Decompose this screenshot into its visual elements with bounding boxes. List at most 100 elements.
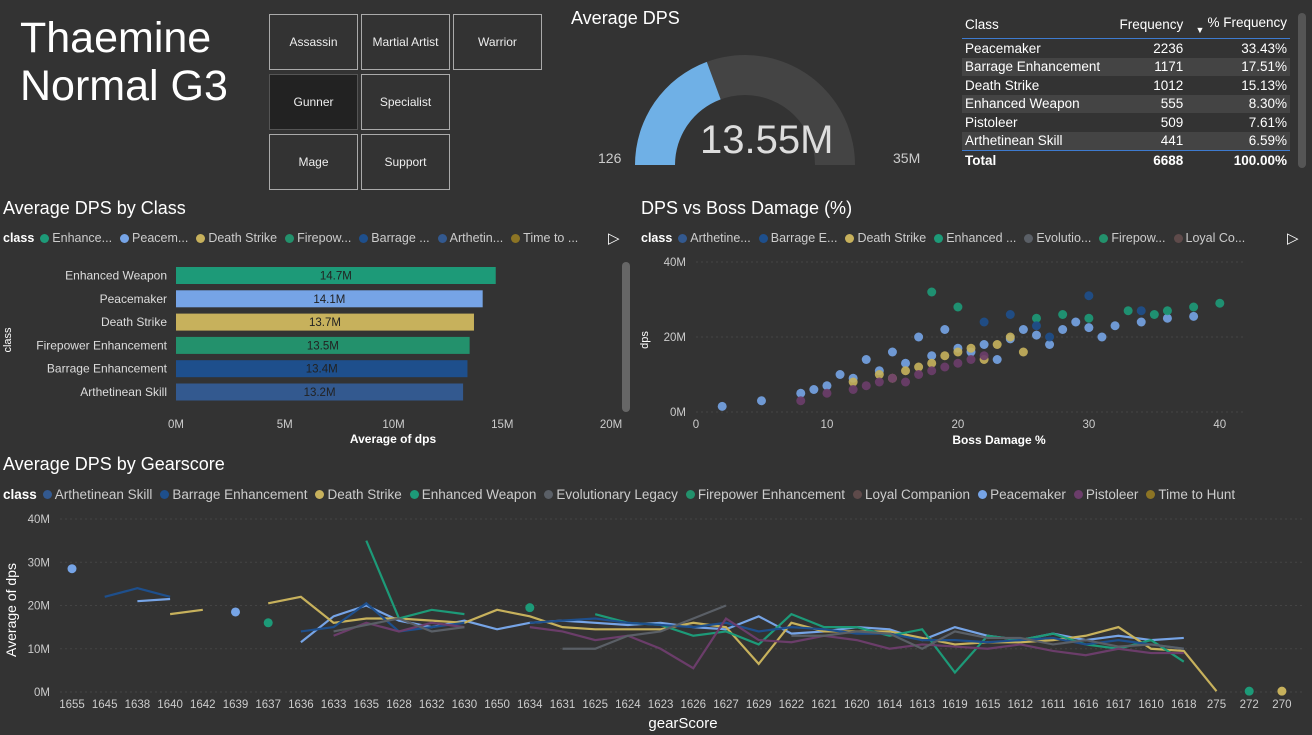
legend-text: Enhance... xyxy=(52,231,113,245)
category-label: Arthetinean Skill xyxy=(80,385,167,399)
col-header-pct-label: % Frequency xyxy=(1207,14,1287,30)
legend-dot xyxy=(1024,233,1034,243)
gauge-max: 35M xyxy=(893,150,921,166)
legend-item[interactable]: Pistoleer xyxy=(1073,487,1139,502)
scatter-point xyxy=(822,388,832,398)
legend-item[interactable]: Arthetinean Skill xyxy=(42,487,152,502)
scatter-point xyxy=(914,370,924,379)
legend-text: Pistoleer xyxy=(1085,487,1139,502)
x-tick-label: 15M xyxy=(491,419,513,431)
legend-item[interactable]: Firepow... xyxy=(1099,231,1166,245)
legend-text: Firepow... xyxy=(1111,231,1166,245)
cell-class: Peacemaker xyxy=(965,40,1041,56)
legend-item[interactable]: Time to Hunt xyxy=(1146,487,1235,502)
col-header-pct-frequency[interactable]: ▼% Frequency xyxy=(1186,11,1290,39)
scatter-point xyxy=(1162,306,1172,316)
y-axis-label: Average of dps xyxy=(3,563,19,657)
table-header: Class Frequency ▼% Frequency xyxy=(962,11,1290,39)
legend-item[interactable]: Firepower Enhancement xyxy=(685,487,845,502)
x-tick-label: 0 xyxy=(693,419,699,431)
legend-dot xyxy=(1099,233,1109,243)
x-tick-label: 1638 xyxy=(125,699,151,711)
scatter-point xyxy=(940,351,950,361)
legend-item[interactable]: Evolutio... xyxy=(1024,231,1091,245)
slicer-tile-specialist[interactable]: Specialist xyxy=(361,74,450,130)
scatter-point xyxy=(1215,298,1225,308)
legend-item[interactable]: Barrage ... xyxy=(359,231,430,245)
legend-dot xyxy=(285,233,295,243)
y-axis-label: class xyxy=(2,327,14,353)
legend-item[interactable]: Evolutionary Legacy xyxy=(544,487,678,502)
legend-item[interactable]: Firepow... xyxy=(285,231,351,245)
legend-item[interactable]: Enhanced ... xyxy=(934,231,1016,245)
legend-item[interactable]: Loyal Companion xyxy=(853,487,970,502)
legend-item[interactable]: Time to ... xyxy=(511,231,578,245)
col-header-class[interactable]: Class xyxy=(962,11,1113,39)
slicer-tile-warrior[interactable]: Warrior xyxy=(453,14,542,70)
x-axis-label: gearScore xyxy=(648,715,717,732)
table-scrollbar[interactable] xyxy=(1298,13,1306,168)
legend-item[interactable]: Death Strike xyxy=(315,487,402,502)
scatter-point xyxy=(1110,321,1120,331)
category-label: Death Strike xyxy=(101,315,167,329)
legend-dot xyxy=(685,490,695,499)
title-line-2: Normal G3 xyxy=(20,62,228,110)
series-point xyxy=(263,618,273,628)
table-row: Barrage Enhancement 1171 17.51% xyxy=(962,57,1290,76)
scatter-point xyxy=(1045,332,1055,342)
legend-item[interactable]: Death Strike xyxy=(196,231,277,245)
cell-pct: 6.59% xyxy=(1186,131,1290,151)
series-point xyxy=(67,564,77,574)
chart1-legend-label: class xyxy=(3,231,35,245)
category-label: Firepower Enhancement xyxy=(36,338,167,352)
legend-dot xyxy=(40,233,50,243)
col-header-frequency[interactable]: Frequency xyxy=(1112,11,1187,39)
slicer-tile-support[interactable]: Support xyxy=(361,134,450,190)
cell-pct: 8.30% xyxy=(1186,94,1290,113)
chart1-scrollbar[interactable] xyxy=(622,262,630,412)
legend-item[interactable]: Arthetin... xyxy=(437,231,503,245)
scatter-point xyxy=(756,396,766,406)
slicer-tile-gunner[interactable]: Gunner xyxy=(269,74,358,130)
legend-item[interactable]: Peacemaker xyxy=(978,487,1066,502)
slicer-tile-mage[interactable]: Mage xyxy=(269,134,358,190)
scatter-point xyxy=(796,396,806,406)
x-tick-label: 1619 xyxy=(942,699,968,711)
legend-item[interactable]: Enhance... xyxy=(40,231,112,245)
x-tick-label: 1627 xyxy=(713,699,739,711)
x-tick-label: 1616 xyxy=(1073,699,1099,711)
scatter-point xyxy=(848,385,858,394)
x-tick-label: 20 xyxy=(952,419,965,431)
legend-item[interactable]: Arthetine... xyxy=(678,231,751,245)
scatter-point xyxy=(940,362,950,372)
slicer-tile-martial-artist[interactable]: Martial Artist xyxy=(361,14,450,70)
scatter-point xyxy=(940,325,950,334)
slicer-tile-assassin[interactable]: Assassin xyxy=(269,14,358,70)
legend-item[interactable]: Loyal Co... xyxy=(1173,231,1245,245)
legend-item[interactable]: Barrage E... xyxy=(758,231,837,245)
x-tick-label: 1613 xyxy=(909,699,935,711)
legend-next-icon[interactable]: ▷ xyxy=(608,229,620,247)
scatter-point xyxy=(1058,325,1068,334)
legend-item[interactable]: Enhanced Weapon xyxy=(409,487,536,502)
x-tick-label: 1637 xyxy=(255,699,281,711)
legend-item[interactable]: Death Strike xyxy=(845,231,926,245)
legend-item[interactable]: Peacem... xyxy=(120,231,188,245)
category-label: Barrage Enhancement xyxy=(47,362,168,376)
legend-next-icon[interactable]: ▷ xyxy=(1287,229,1299,247)
y-tick-label: 0M xyxy=(670,407,686,419)
chart2-title: DPS vs Boss Damage (%) xyxy=(641,198,853,218)
chart3-legend-label: class xyxy=(3,487,37,502)
legend-text: Time to Hunt xyxy=(1158,487,1236,502)
data-label: 13.5M xyxy=(307,340,339,352)
cell-pct: 17.51% xyxy=(1186,57,1290,76)
legend-text: Death Strike xyxy=(208,231,278,245)
legend-item[interactable]: Barrage Enhancement xyxy=(160,487,307,502)
scatter-point xyxy=(1189,302,1199,312)
series-line xyxy=(529,617,1184,650)
chart1-title: Average DPS by Class xyxy=(3,198,186,218)
x-tick-label: 1617 xyxy=(1106,699,1132,711)
scatter-point xyxy=(992,355,1002,364)
y-axis-label: dps xyxy=(639,331,651,349)
data-label: 13.2M xyxy=(304,387,336,399)
